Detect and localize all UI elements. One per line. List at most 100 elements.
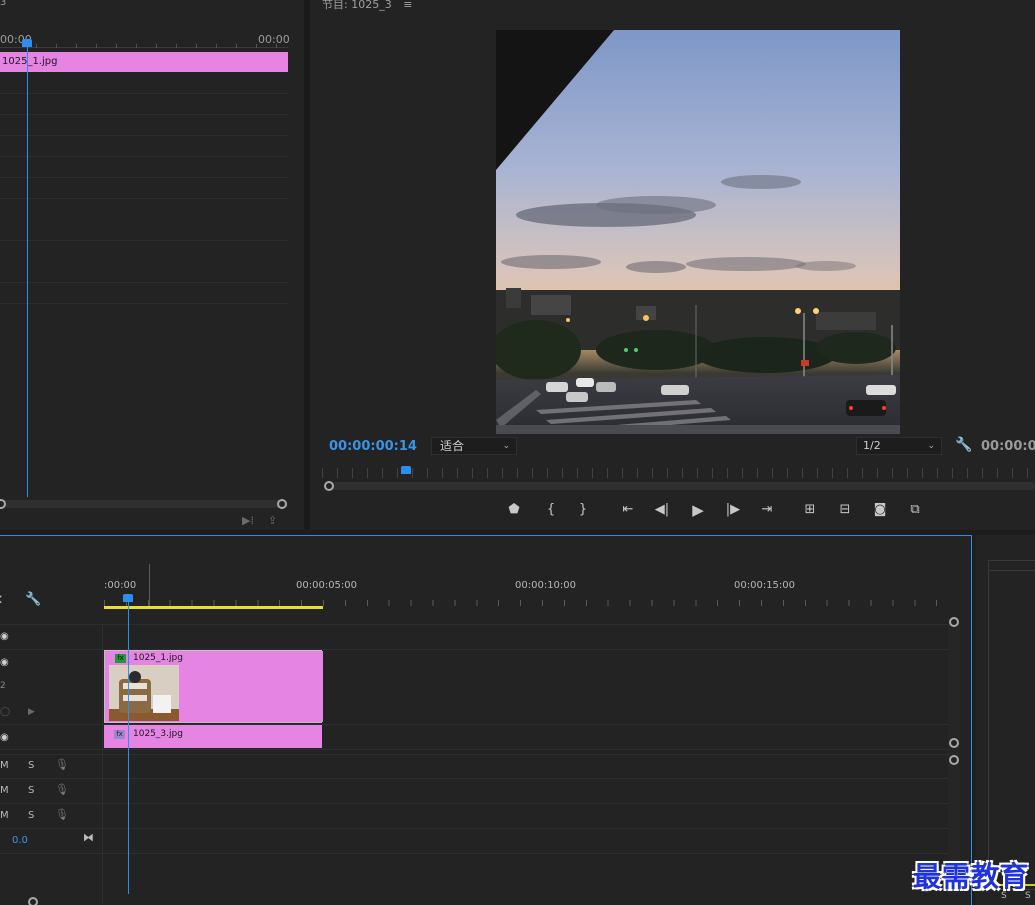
snap-icon[interactable]: ⧗ xyxy=(0,592,2,607)
wrench-icon[interactable]: 🔧 xyxy=(955,437,972,453)
track-headers xyxy=(0,624,103,904)
mute-toggle[interactable]: M xyxy=(0,810,9,821)
program-time-ruler[interactable] xyxy=(322,468,1035,478)
source-track-divider xyxy=(0,177,288,178)
v-scroll-handle[interactable] xyxy=(949,738,959,748)
ruler-label: 00:00:10:00 xyxy=(515,580,577,591)
source-track-divider xyxy=(0,198,288,199)
timeline-clip-v1[interactable]: fx 1025_3.jpg xyxy=(104,725,322,748)
track-divider xyxy=(0,803,948,804)
timeline-playhead-handle[interactable] xyxy=(123,594,133,602)
program-zoom-scrollbar[interactable] xyxy=(326,482,1035,490)
comparison-view-icon[interactable]: ⧉ xyxy=(904,500,926,520)
track-divider xyxy=(0,828,948,829)
source-ruler-ticks xyxy=(36,44,286,48)
sunset-street-image xyxy=(496,30,900,434)
ruler-label: 00:00:05:00 xyxy=(296,580,358,591)
solo-toggle[interactable]: S xyxy=(28,810,34,821)
v-scroll-handle[interactable] xyxy=(949,755,959,765)
track-divider xyxy=(0,749,948,750)
mark-in-icon[interactable]: { xyxy=(540,500,562,520)
ruler-label: 00:00:15:00 xyxy=(734,580,796,591)
source-track-divider xyxy=(0,135,288,136)
source-track-divider xyxy=(0,156,288,157)
camera-icon[interactable]: ◙ xyxy=(869,500,891,520)
play-icon[interactable]: ▶ xyxy=(687,500,709,520)
panel-menu-icon[interactable]: ≡ xyxy=(403,0,412,11)
program-title[interactable]: 节目: 1025_3 ≡ xyxy=(322,0,412,12)
source-monitor-panel: 3 00:00 00:00 1025_1.jpg ▶⁞ ⇪ xyxy=(0,0,304,530)
source-playhead-handle[interactable] xyxy=(22,39,32,47)
chevron-down-icon: ⌄ xyxy=(502,441,510,451)
timeline-wrench-icon[interactable]: 🔧 xyxy=(25,592,41,607)
keyframe-dot-icon[interactable]: ◯ xyxy=(0,707,10,717)
eye-icon[interactable]: ◉ xyxy=(0,732,9,743)
add-marker-icon[interactable]: ⬟ xyxy=(503,500,525,520)
source-track-divider xyxy=(0,282,288,283)
timeline-panel: ⧗ 🔧 :00:00 00:00:05:00 00:00:10:00 00:00… xyxy=(0,535,972,905)
solo-toggle[interactable]: S xyxy=(28,760,34,771)
work-area-bar[interactable] xyxy=(104,606,323,609)
master-volume-value[interactable]: 0.0 xyxy=(12,835,28,846)
h-scroll-handle[interactable] xyxy=(28,897,38,905)
ruler-label: :00:00 xyxy=(104,580,137,591)
source-track-divider xyxy=(0,114,288,115)
source-track-divider xyxy=(0,93,288,94)
watermark-logo: 最需教育 xyxy=(912,860,1029,893)
fx-badge: fx xyxy=(115,654,126,663)
mark-out-icon[interactable]: } xyxy=(572,500,594,520)
timeline-clip-v2[interactable]: fx 1025_1.jpg xyxy=(104,650,323,723)
microphone-icon[interactable]: 🎙 xyxy=(55,758,69,771)
export-icon[interactable]: ⇪ xyxy=(268,514,277,527)
eye-icon[interactable]: ◉ xyxy=(0,657,9,668)
lift-icon[interactable]: ⊞ xyxy=(799,500,821,520)
clip-thumbnail xyxy=(109,665,179,721)
duration-timecode: 00:00:05 xyxy=(981,439,1035,454)
extract-icon[interactable]: ⊟ xyxy=(834,500,856,520)
program-video-frame xyxy=(496,30,900,434)
meter-divider xyxy=(988,570,1035,571)
track-divider xyxy=(0,778,948,779)
program-playhead-handle[interactable] xyxy=(401,466,411,474)
track-divider xyxy=(0,853,948,854)
v-scroll-handle[interactable] xyxy=(949,617,959,627)
clip-name: 1025_3.jpg xyxy=(133,729,183,739)
go-to-out-icon[interactable]: ⇥ xyxy=(756,500,778,520)
expand-arrow-icon[interactable]: ▶ xyxy=(28,707,35,717)
program-monitor-panel: 节目: 1025_3 ≡ 00:00:00:14 适合 ⌄ 1/2 ⌄ 🔧 00… xyxy=(310,0,1035,530)
zoom-fit-value: 适合 xyxy=(440,439,465,453)
source-scroll-handle-right[interactable] xyxy=(277,499,287,509)
meter-box xyxy=(988,560,1035,890)
step-back-icon[interactable]: ◀| xyxy=(651,500,673,520)
program-scroll-handle[interactable] xyxy=(324,481,334,491)
source-track-divider xyxy=(0,240,288,241)
insert-icon[interactable]: ▶⁞ xyxy=(242,514,254,527)
program-title-text: 节目: 1025_3 xyxy=(322,0,392,11)
go-to-in-icon[interactable]: ⇤ xyxy=(617,500,639,520)
current-timecode[interactable]: 00:00:00:14 xyxy=(329,439,417,454)
source-track-divider xyxy=(0,303,288,304)
solo-toggle[interactable]: S xyxy=(28,785,34,796)
playback-resolution-dropdown[interactable]: 1/2 ⌄ xyxy=(856,437,942,455)
clip-name: 1025_1.jpg xyxy=(133,653,183,663)
timeline-playhead-line xyxy=(128,602,129,894)
chevron-down-icon: ⌄ xyxy=(927,441,935,451)
mute-toggle[interactable]: M xyxy=(0,785,9,796)
source-title-fragment: 3 xyxy=(0,0,7,8)
eye-icon[interactable]: ◉ xyxy=(0,631,9,642)
track-number-fragment: 2 xyxy=(0,681,6,691)
source-playhead-line xyxy=(27,47,28,497)
source-clip[interactable]: 1025_1.jpg xyxy=(0,52,288,72)
step-forward-icon[interactable]: |▶ xyxy=(722,500,744,520)
source-scrollbar[interactable] xyxy=(0,500,288,508)
playback-resolution-value: 1/2 xyxy=(863,439,881,452)
fx-badge: fx xyxy=(114,730,125,739)
mute-toggle[interactable]: M xyxy=(0,760,9,771)
microphone-icon[interactable]: 🎙 xyxy=(55,783,69,796)
microphone-icon[interactable]: 🎙 xyxy=(55,808,69,821)
timeline-ruler-cursor-line xyxy=(149,564,150,606)
audio-meter-panel: S S xyxy=(975,535,1035,905)
zoom-fit-dropdown[interactable]: 适合 ⌄ xyxy=(431,437,517,455)
track-divider xyxy=(0,624,948,625)
bowtie-icon[interactable]: ⧓ xyxy=(83,831,94,844)
